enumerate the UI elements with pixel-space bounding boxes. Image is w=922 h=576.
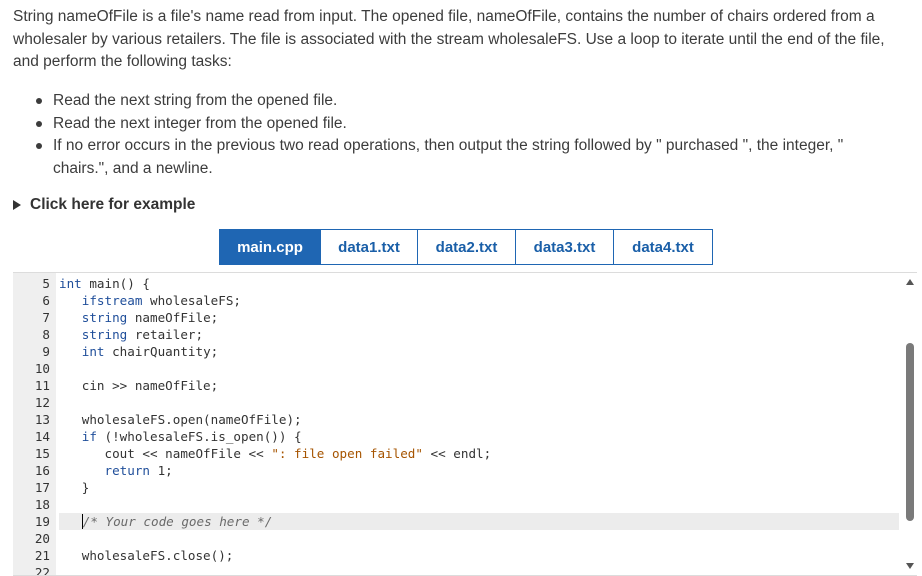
line-number: 15: [34, 446, 50, 461]
code-text[interactable]: [59, 394, 899, 411]
code-text[interactable]: string nameOfFile;: [59, 309, 899, 326]
code-line[interactable]: 21 wholesaleFS.close();: [13, 547, 899, 564]
task-item: Read the next integer from the opened fi…: [36, 113, 896, 136]
code-line[interactable]: 9 int chairQuantity;: [13, 343, 899, 360]
line-number: 14: [34, 429, 50, 444]
code-line[interactable]: 13 wholesaleFS.open(nameOfFile);: [13, 411, 899, 428]
line-number: 22: [34, 565, 50, 576]
line-number: 13: [34, 412, 50, 427]
code-text[interactable]: string retailer;: [59, 326, 899, 343]
line-number: 11: [34, 378, 50, 393]
line-number: 17: [34, 480, 50, 495]
line-number: 10: [34, 361, 50, 376]
line-number: 8: [42, 327, 50, 342]
code-text[interactable]: int chairQuantity;: [59, 343, 899, 360]
line-number: 12: [34, 395, 50, 410]
line-number: 9: [42, 344, 50, 359]
tab-data1-txt[interactable]: data1.txt: [321, 229, 418, 265]
tab-main-cpp[interactable]: main.cpp: [219, 229, 321, 265]
code-text[interactable]: return 1;: [59, 462, 899, 479]
vertical-scrollbar[interactable]: [903, 273, 917, 575]
code-line[interactable]: 10: [13, 360, 899, 377]
code-line[interactable]: 6 ifstream wholesaleFS;: [13, 292, 899, 309]
code-line[interactable]: 16 return 1;: [13, 462, 899, 479]
code-text[interactable]: int main() {: [59, 275, 899, 292]
code-text[interactable]: [59, 564, 899, 575]
task-item: Read the next string from the opened fil…: [36, 90, 896, 113]
code-line[interactable]: 12: [13, 394, 899, 411]
tab-data2-txt[interactable]: data2.txt: [418, 229, 516, 265]
tab-data4-txt[interactable]: data4.txt: [614, 229, 713, 265]
code-line[interactable]: 19 /* Your code goes here */: [13, 513, 899, 530]
example-toggle[interactable]: Click here for example: [13, 196, 195, 214]
line-number: 21: [34, 548, 50, 563]
code-line[interactable]: 5 int main() {: [13, 275, 899, 292]
example-toggle-label: Click here for example: [30, 196, 196, 213]
code-text[interactable]: wholesaleFS.close();: [59, 547, 899, 564]
code-text[interactable]: /* Your code goes here */: [59, 513, 899, 530]
code-text[interactable]: [59, 496, 899, 513]
scroll-up-arrow-icon[interactable]: [906, 279, 914, 285]
code-line[interactable]: 11 cin >> nameOfFile;: [13, 377, 899, 394]
code-line[interactable]: 8 string retailer;: [13, 326, 899, 343]
code-lines[interactable]: 5 int main() {6 ifstream wholesaleFS; 7 st…: [13, 275, 899, 576]
code-line[interactable]: 15 cout << nameOfFile << ": file open fa…: [13, 445, 899, 462]
code-text[interactable]: ifstream wholesaleFS;: [59, 292, 899, 309]
code-line[interactable]: 17 }: [13, 479, 899, 496]
line-number: 6: [42, 293, 50, 308]
triangle-right-icon: [13, 200, 21, 210]
code-line[interactable]: 22: [13, 564, 899, 576]
scrollbar-thumb[interactable]: [906, 343, 914, 521]
code-text[interactable]: }: [59, 479, 899, 496]
code-text[interactable]: if (!wholesaleFS.is_open()) {: [59, 428, 899, 445]
problem-description: String nameOfFile is a file's name read …: [13, 8, 885, 70]
code-editor[interactable]: 5 int main() {6 ifstream wholesaleFS; 7 st…: [13, 272, 917, 576]
code-line[interactable]: 20: [13, 530, 899, 547]
code-line[interactable]: 14 if (!wholesaleFS.is_open()) {: [13, 428, 899, 445]
code-text[interactable]: [59, 530, 899, 547]
line-number: 19: [34, 514, 50, 529]
line-number: 5: [42, 276, 50, 291]
code-text[interactable]: cin >> nameOfFile;: [59, 377, 899, 394]
code-line[interactable]: 7 string nameOfFile;: [13, 309, 899, 326]
code-text[interactable]: cout << nameOfFile << ": file open faile…: [59, 445, 899, 462]
scroll-down-arrow-icon[interactable]: [906, 563, 914, 569]
task-list: Read the next string from the opened fil…: [36, 90, 896, 180]
code-text[interactable]: [59, 360, 899, 377]
line-number: 18: [34, 497, 50, 512]
line-number: 20: [34, 531, 50, 546]
tab-data3-txt[interactable]: data3.txt: [516, 229, 614, 265]
code-text[interactable]: wholesaleFS.open(nameOfFile);: [59, 411, 899, 428]
file-tabs: main.cpp data1.txt data2.txt data3.txt d…: [219, 229, 713, 265]
task-item: If no error occurs in the previous two r…: [36, 135, 896, 180]
line-number: 16: [34, 463, 50, 478]
code-line[interactable]: 18: [13, 496, 899, 513]
line-number: 7: [42, 310, 50, 325]
